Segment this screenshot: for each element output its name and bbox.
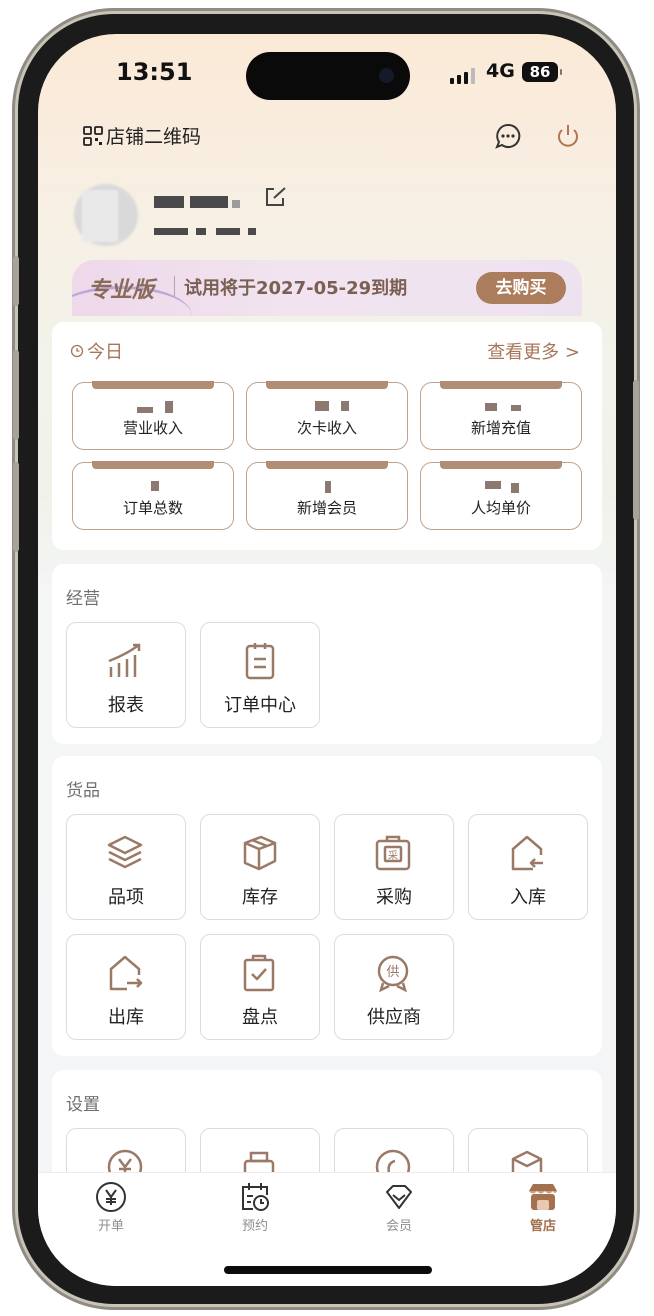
message-icon[interactable] [494, 122, 522, 150]
tab-store-management[interactable]: 管店 [498, 1181, 588, 1234]
goods-section: 货品 品项 库存 采 采购 入库 出库 盘点 供 供应商 [52, 756, 602, 1056]
tab-appointment[interactable]: 预约 [210, 1181, 300, 1234]
stock-in-icon [511, 835, 543, 871]
diamond-icon [386, 1185, 412, 1209]
stat-new-members[interactable]: 新增会员 [246, 461, 408, 530]
tile-label: 订单中心 [224, 695, 296, 716]
layers-icon [107, 835, 143, 869]
signal-icon [450, 68, 476, 84]
today-card: 今日 查看更多 > 营业收入 次卡收入 新增充值 订单总数 新增会员 人均单价 [52, 322, 602, 550]
tab-members[interactable]: 会员 [354, 1181, 444, 1234]
box-icon [243, 835, 277, 871]
status-bar: 13:51 4G 86 [38, 58, 616, 98]
battery-icon: 86 [522, 62, 562, 82]
tab-label: 开单 [97, 1219, 124, 1234]
section-title: 经营 [66, 589, 100, 609]
tile-label: 入库 [510, 887, 546, 908]
stat-label: 营业收入 [122, 419, 183, 437]
stat-revenue[interactable]: 营业收入 [72, 381, 234, 450]
chart-icon [108, 643, 141, 677]
home-indicator [224, 1266, 432, 1274]
order-icon [245, 643, 275, 680]
power-icon[interactable] [554, 122, 582, 150]
store-qr-link[interactable]: 店铺二维码 [83, 122, 201, 149]
order-center-tile[interactable]: 订单中心 [200, 622, 320, 728]
tile-label: 报表 [108, 695, 144, 716]
avatar [74, 184, 138, 246]
tab-label: 预约 [241, 1219, 268, 1234]
plan-expiry: 试用将于2027-05-29到期 [184, 278, 408, 299]
tile-label: 采购 [376, 887, 412, 908]
section-title: 货品 [66, 781, 100, 801]
tile-label: 出库 [108, 1007, 144, 1028]
report-tile[interactable]: 报表 [66, 622, 186, 728]
qrcode-icon [83, 125, 103, 146]
store-icon [529, 1184, 557, 1210]
stat-label: 订单总数 [122, 499, 183, 517]
power-button [633, 380, 639, 520]
stat-new-recharge[interactable]: 新增充值 [420, 381, 582, 450]
supplier-tile[interactable]: 供 供应商 [334, 934, 454, 1040]
yuan-icon [96, 1182, 126, 1212]
store-profile[interactable] [74, 184, 314, 254]
plan-name: 专业版 [88, 278, 155, 303]
app-screen: 13:51 4G 86 店铺二维码 专业版 试用将于2027-05-29到期 去… [38, 34, 616, 1286]
inventory-tile[interactable]: 库存 [200, 814, 320, 920]
stock-in-tile[interactable]: 入库 [468, 814, 588, 920]
plan-banner: 专业版 试用将于2027-05-29到期 去购买 [72, 260, 582, 316]
stat-avg-price[interactable]: 人均单价 [420, 461, 582, 530]
clock-icon [70, 344, 84, 358]
stocktake-tile[interactable]: 盘点 [200, 934, 320, 1040]
stat-label: 人均单价 [470, 499, 531, 517]
tile-label: 盘点 [242, 1007, 278, 1028]
view-more-link[interactable]: 查看更多 > [487, 338, 580, 364]
purchase-tile[interactable]: 采 采购 [334, 814, 454, 920]
purchase-icon: 采 [375, 835, 411, 871]
tab-label: 会员 [385, 1219, 412, 1234]
calendar-clock-icon [242, 1183, 269, 1211]
svg-text:采: 采 [388, 850, 398, 862]
volume-up-button [13, 350, 19, 440]
stock-out-icon [109, 955, 143, 991]
today-title: 今日 [87, 342, 123, 363]
buy-button[interactable]: 去购买 [476, 272, 566, 304]
stat-label: 次卡收入 [296, 419, 357, 437]
volume-down-button [13, 462, 19, 552]
svg-text:供: 供 [386, 965, 399, 980]
qr-label: 店铺二维码 [106, 126, 202, 148]
section-title: 设置 [66, 1095, 100, 1115]
stock-out-tile[interactable]: 出库 [66, 934, 186, 1040]
tab-label: 管店 [529, 1219, 556, 1234]
stat-card-income[interactable]: 次卡收入 [246, 381, 408, 450]
stat-label: 新增充值 [470, 419, 531, 437]
top-bar: 店铺二维码 [38, 120, 616, 154]
stat-order-count[interactable]: 订单总数 [72, 461, 234, 530]
tile-label: 供应商 [367, 1007, 421, 1028]
status-time: 13:51 [116, 58, 193, 86]
tile-label: 品项 [108, 887, 144, 908]
operation-section: 经营 报表 订单中心 [52, 564, 602, 744]
edit-icon[interactable] [264, 186, 288, 208]
action-button [13, 256, 19, 306]
stat-label: 新增会员 [296, 499, 357, 517]
tab-billing[interactable]: 开单 [66, 1181, 156, 1234]
network-type: 4G [486, 60, 515, 82]
today-header: 今日 [70, 338, 123, 364]
tile-label: 库存 [242, 887, 278, 908]
items-tile[interactable]: 品项 [66, 814, 186, 920]
supplier-icon: 供 [377, 955, 409, 993]
checklist-icon [243, 954, 275, 992]
